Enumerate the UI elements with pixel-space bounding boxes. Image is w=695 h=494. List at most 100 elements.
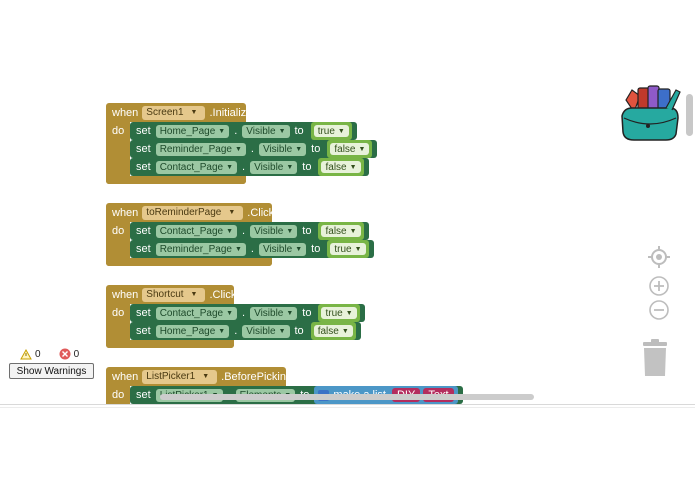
- property-dropdown[interactable]: Visible ▼: [242, 124, 290, 138]
- dot-separator: .: [250, 243, 254, 255]
- blocks-workspace[interactable]: when Screen1 ▼ .Initialize do set Home_Pa…: [0, 0, 695, 404]
- property-dropdown[interactable]: Visible ▼: [258, 142, 307, 156]
- chevron-down-icon: ▼: [295, 145, 303, 153]
- event-block-toreminderpage-click[interactable]: when toReminderPage ▼ .Click do set Conta…: [106, 203, 374, 266]
- component-dropdown[interactable]: Contact_Page ▼: [155, 160, 238, 174]
- chevron-down-icon: ▼: [226, 309, 234, 317]
- backpack-icon[interactable]: [618, 82, 682, 144]
- trash-icon[interactable]: [640, 338, 670, 378]
- to-keyword: to: [311, 243, 321, 255]
- chevron-down-icon: ▼: [349, 163, 357, 171]
- event-name: .Initialize: [209, 106, 253, 119]
- do-keyword: do: [112, 225, 125, 237]
- boolean-block[interactable]: false ▼: [310, 322, 356, 340]
- chevron-down-icon: ▼: [228, 209, 236, 216]
- when-keyword: when: [112, 106, 139, 119]
- component-dropdown[interactable]: Reminder_Page ▼: [155, 242, 246, 256]
- to-keyword: to: [302, 161, 312, 173]
- set-keyword: set: [136, 243, 151, 255]
- error-icon: [59, 348, 71, 360]
- chevron-down-icon: ▼: [278, 327, 286, 335]
- zoom-out-icon[interactable]: [648, 299, 670, 321]
- to-keyword: to: [302, 307, 312, 319]
- when-keyword: when: [112, 206, 139, 219]
- set-keyword: set: [136, 161, 151, 173]
- chevron-down-icon: ▼: [286, 309, 294, 317]
- event-block-screen1-initialize[interactable]: when Screen1 ▼ .Initialize do set Home_Pa…: [106, 103, 378, 184]
- horizontal-scrollbar[interactable]: [160, 394, 534, 400]
- warning-counts: 0 0: [20, 348, 79, 360]
- chevron-down-icon: ▼: [354, 245, 362, 253]
- set-keyword: set: [136, 307, 151, 319]
- component-dropdown[interactable]: Shortcut ▼: [142, 287, 206, 302]
- set-property-block[interactable]: set Contact_Page ▼ . Visible ▼ to false ▼: [130, 222, 369, 240]
- warning-count: 0: [35, 348, 41, 360]
- boolean-block[interactable]: false ▼: [327, 140, 373, 158]
- dot-separator: .: [234, 125, 238, 137]
- component-dropdown[interactable]: toReminderPage ▼: [142, 205, 244, 220]
- property-dropdown[interactable]: Visible ▼: [250, 224, 298, 238]
- set-property-block[interactable]: set Home_Page ▼ . Visible ▼ to false ▼: [130, 322, 361, 340]
- property-dropdown[interactable]: Visible ▼: [250, 160, 298, 174]
- set-keyword: set: [136, 325, 151, 337]
- set-keyword: set: [136, 143, 151, 155]
- dot-separator: .: [250, 143, 254, 155]
- event-name: .BeforePicking: [221, 370, 293, 383]
- set-property-block[interactable]: set Reminder_Page ▼ . Visible ▼ to false ▼: [130, 140, 378, 158]
- chevron-down-icon: ▼: [218, 327, 226, 335]
- set-property-block[interactable]: set Contact_Page ▼ . Visible ▼ to true ▼: [130, 304, 365, 322]
- to-keyword: to: [311, 143, 321, 155]
- chevron-down-icon: ▼: [286, 227, 294, 235]
- dot-separator: .: [234, 325, 238, 337]
- boolean-block[interactable]: false ▼: [318, 222, 364, 240]
- boolean-block[interactable]: true ▼: [318, 304, 360, 322]
- chevron-down-icon: ▼: [226, 163, 234, 171]
- divider: [0, 404, 695, 405]
- set-property-block[interactable]: set Contact_Page ▼ . Visible ▼ to false ▼: [130, 158, 369, 176]
- dot-separator: .: [242, 307, 246, 319]
- property-dropdown[interactable]: Visible ▼: [258, 242, 307, 256]
- property-dropdown[interactable]: Visible ▼: [250, 306, 298, 320]
- chevron-down-icon: ▼: [190, 291, 198, 298]
- vertical-scrollbar[interactable]: [686, 94, 693, 136]
- set-keyword: set: [136, 389, 151, 401]
- recenter-icon[interactable]: [648, 246, 670, 268]
- event-footer: [106, 340, 234, 348]
- boolean-block[interactable]: true ▼: [327, 240, 369, 258]
- chevron-down-icon: ▼: [345, 309, 353, 317]
- chevron-down-icon: ▼: [202, 373, 210, 380]
- chevron-down-icon: ▼: [358, 145, 366, 153]
- set-property-block[interactable]: set Home_Page ▼ . Visible ▼ to true ▼: [130, 122, 357, 140]
- chevron-down-icon: ▼: [286, 163, 294, 171]
- dot-separator: .: [242, 225, 246, 237]
- component-dropdown[interactable]: Home_Page ▼: [155, 124, 230, 138]
- boolean-block[interactable]: true ▼: [310, 122, 352, 140]
- chevron-down-icon: ▼: [190, 109, 198, 116]
- chevron-down-icon: ▼: [234, 145, 242, 153]
- component-dropdown[interactable]: Contact_Page ▼: [155, 306, 238, 320]
- event-header: when ListPicker1 ▼ .BeforePicking: [106, 367, 296, 386]
- chevron-down-icon: ▼: [349, 227, 357, 235]
- do-keyword: do: [112, 389, 125, 401]
- zoom-in-icon[interactable]: [648, 275, 670, 297]
- event-header: when Shortcut ▼ .Click: [106, 285, 240, 304]
- divider: [0, 407, 695, 408]
- component-dropdown[interactable]: Reminder_Page ▼: [155, 142, 246, 156]
- event-footer: [106, 176, 246, 184]
- event-block-shortcut-click[interactable]: when Shortcut ▼ .Click do set Contact_Pag…: [106, 285, 365, 348]
- show-warnings-button[interactable]: Show Warnings: [9, 363, 94, 379]
- chevron-down-icon: ▼: [226, 227, 234, 235]
- warning-icon: [20, 348, 32, 359]
- set-property-block[interactable]: set Reminder_Page ▼ . Visible ▼ to true ▼: [130, 240, 374, 258]
- do-keyword: do: [112, 307, 125, 319]
- component-dropdown[interactable]: Home_Page ▼: [155, 324, 230, 338]
- component-dropdown[interactable]: ListPicker1▼: [142, 369, 218, 384]
- to-keyword: to: [302, 225, 312, 237]
- chevron-down-icon: ▼: [295, 245, 303, 253]
- to-keyword: to: [294, 125, 304, 137]
- property-dropdown[interactable]: Visible ▼: [242, 324, 290, 338]
- component-dropdown[interactable]: Screen1 ▼: [142, 105, 206, 120]
- chevron-down-icon: ▼: [341, 327, 349, 335]
- boolean-block[interactable]: false ▼: [318, 158, 364, 176]
- component-dropdown[interactable]: Contact_Page ▼: [155, 224, 238, 238]
